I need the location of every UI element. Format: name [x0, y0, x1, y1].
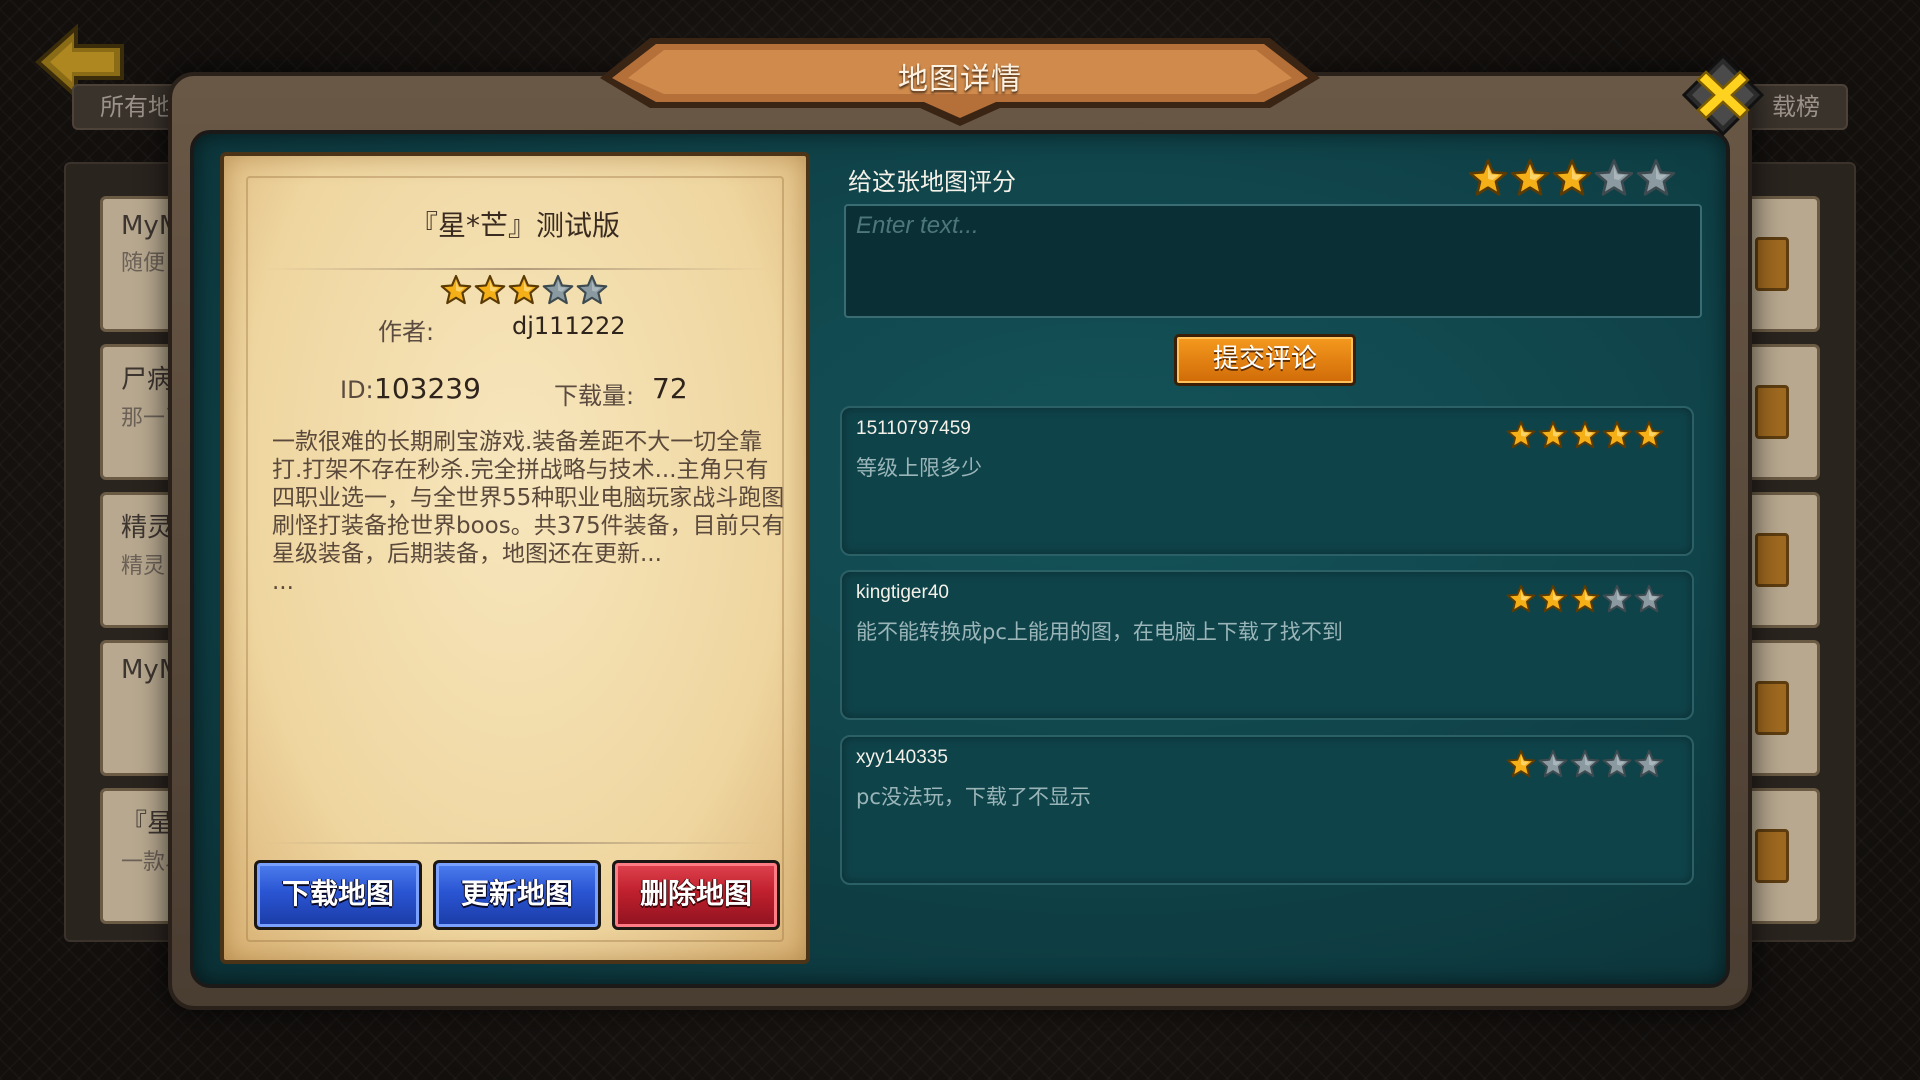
divider — [264, 268, 766, 270]
star-filled-icon — [1602, 420, 1632, 449]
star-filled-icon — [1506, 749, 1536, 778]
star-empty-icon[interactable] — [1636, 158, 1676, 198]
star-filled-icon — [1506, 584, 1536, 613]
author-label: 作者: — [378, 318, 435, 346]
update-map-button[interactable]: 更新地图 — [433, 860, 601, 930]
star-empty-icon — [1602, 749, 1632, 778]
star-empty-icon[interactable] — [1594, 158, 1634, 198]
star-filled-icon — [1538, 420, 1568, 449]
star-filled-icon — [474, 274, 506, 305]
downloads-label: 下载量: — [554, 382, 635, 410]
bg-card-action-button[interactable] — [1755, 681, 1789, 735]
bg-card-action-button[interactable] — [1755, 829, 1789, 883]
review-text-input[interactable] — [844, 204, 1702, 318]
comment-user: kingtiger40 — [856, 582, 949, 603]
bg-card-action-button[interactable] — [1755, 237, 1789, 291]
star-empty-icon — [1602, 584, 1632, 613]
bg-card-action-button[interactable] — [1755, 533, 1789, 587]
author-name: dj111222 — [512, 312, 626, 340]
star-filled-icon[interactable] — [1552, 158, 1592, 198]
comment-item: xyy140335 pc没法玩，下载了不显示 — [840, 735, 1694, 885]
comment-rating-stars — [1506, 420, 1664, 450]
bg-card-action-button[interactable] — [1755, 385, 1789, 439]
comment-user: xyy140335 — [856, 747, 948, 768]
star-filled-icon — [1570, 420, 1600, 449]
dialog-title: 地图详情 — [898, 62, 1022, 97]
comment-item: kingtiger40 能不能转换成pc上能用的图，在电脑上下载了找不到 — [840, 570, 1694, 720]
download-count: 72 — [652, 372, 688, 405]
star-empty-icon — [1634, 749, 1664, 778]
description-more: ... — [272, 569, 294, 595]
map-id: 103239 — [374, 372, 481, 405]
description-text: 一款很难的长期刷宝游戏.装备差距不大一切全靠打.打架不存在秒杀.完全拼战略与技术… — [272, 429, 785, 567]
star-filled-icon — [1538, 584, 1568, 613]
divider — [264, 842, 766, 844]
id-label: ID: — [340, 376, 374, 404]
star-filled-icon — [1506, 420, 1536, 449]
map-name: 『星*芒』测试版 — [409, 209, 620, 242]
dialog-title-plaque: 地图详情 — [570, 34, 1350, 128]
map-info-card: 『星*芒』测试版 作者: dj111222 ID: 103239 下载量: 72… — [220, 152, 810, 964]
star-filled-icon — [1634, 420, 1664, 449]
comment-rating-stars — [1506, 749, 1664, 779]
star-filled-icon — [440, 274, 472, 305]
comment-user: 15110797459 — [856, 418, 971, 439]
rate-map-stars[interactable] — [1468, 158, 1676, 198]
comment-text: 等级上限多少 — [856, 456, 982, 480]
delete-map-button[interactable]: 删除地图 — [612, 860, 780, 930]
comment-rating-stars — [1506, 584, 1664, 614]
star-filled-icon[interactable] — [1468, 158, 1508, 198]
star-filled-icon — [1570, 584, 1600, 613]
star-empty-icon — [542, 274, 574, 305]
rate-map-label: 给这张地图评分 — [848, 168, 1016, 196]
star-empty-icon — [576, 274, 608, 305]
map-description: 一款很难的长期刷宝游戏.装备差距不大一切全靠打.打架不存在秒杀.完全拼战略与技术… — [272, 428, 788, 596]
download-map-button[interactable]: 下载地图 — [254, 860, 422, 930]
star-empty-icon — [1570, 749, 1600, 778]
star-empty-icon — [1634, 584, 1664, 613]
star-filled-icon[interactable] — [1510, 158, 1550, 198]
star-filled-icon — [508, 274, 540, 305]
submit-review-button[interactable]: 提交评论 — [1174, 334, 1356, 386]
close-x-icon[interactable] — [1682, 54, 1764, 136]
star-empty-icon — [1538, 749, 1568, 778]
map-rating-stars — [440, 274, 608, 308]
comment-item: 15110797459 等级上限多少 — [840, 406, 1694, 556]
comment-text: 能不能转换成pc上能用的图，在电脑上下载了找不到 — [856, 620, 1343, 644]
comment-text: pc没法玩，下载了不显示 — [856, 785, 1091, 809]
